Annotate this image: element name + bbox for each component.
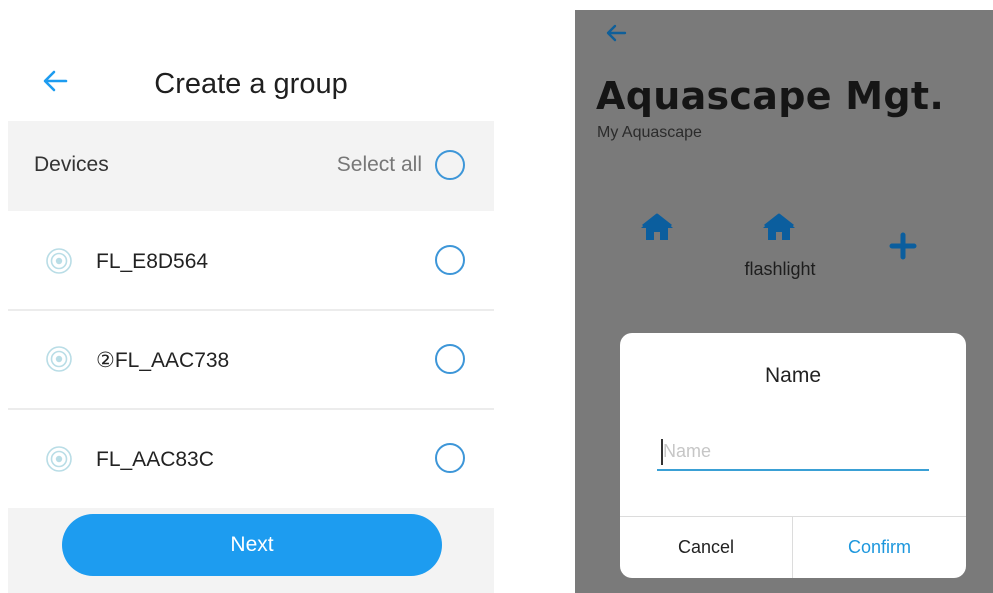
confirm-button[interactable]: Confirm bbox=[793, 517, 966, 578]
home-icon[interactable] bbox=[761, 212, 797, 242]
device-checkbox[interactable] bbox=[435, 443, 465, 473]
device-checkbox[interactable] bbox=[435, 344, 465, 374]
page-title: Create a group bbox=[154, 68, 348, 100]
text-caret bbox=[661, 439, 663, 465]
next-button[interactable]: Next bbox=[62, 514, 442, 576]
device-icon bbox=[46, 346, 72, 372]
device-name: FL_E8D564 bbox=[96, 250, 209, 273]
device-icon bbox=[46, 446, 72, 472]
device-name: FL_AAC83C bbox=[96, 448, 214, 471]
plus-icon[interactable] bbox=[889, 232, 917, 260]
select-all-label[interactable]: Select all bbox=[337, 153, 422, 177]
create-group-screen: Create a group Devices Select all FL_E8D… bbox=[8, 0, 494, 593]
device-row[interactable]: FL_E8D564 bbox=[8, 212, 494, 310]
page-title: Aquascape Mgt. bbox=[596, 74, 945, 118]
name-dialog: Name Cancel Confirm bbox=[620, 333, 966, 578]
home-icon[interactable] bbox=[639, 212, 675, 242]
page-subtitle: My Aquascape bbox=[597, 124, 702, 141]
device-icon bbox=[46, 248, 72, 274]
name-input[interactable] bbox=[657, 433, 929, 471]
device-checkbox[interactable] bbox=[435, 245, 465, 275]
devices-label: Devices bbox=[34, 153, 109, 176]
dialog-title: Name bbox=[764, 364, 822, 387]
back-button[interactable] bbox=[601, 20, 631, 46]
arrow-left-icon bbox=[606, 24, 627, 42]
cancel-button[interactable]: Cancel bbox=[620, 517, 792, 578]
home-label: flashlight bbox=[744, 259, 816, 279]
device-row[interactable]: ②FL_AAC738 bbox=[8, 311, 494, 409]
device-name: ②FL_AAC738 bbox=[96, 349, 230, 372]
device-row[interactable]: FL_AAC83C bbox=[8, 410, 494, 508]
aquascape-screen: Aquascape Mgt. My Aquascape flashlight N… bbox=[575, 10, 993, 593]
select-all-checkbox[interactable] bbox=[435, 150, 465, 180]
